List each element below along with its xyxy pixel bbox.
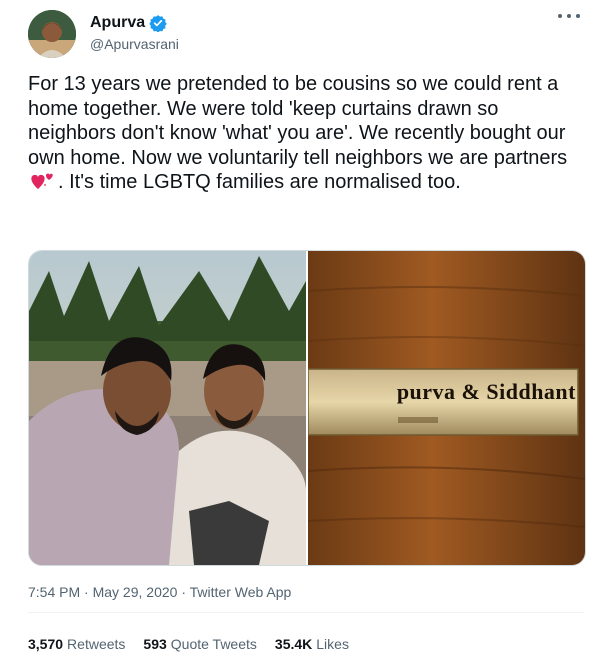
likes-label: Likes [316,636,349,652]
tweet-date[interactable]: May 29, 2020 [93,584,178,600]
verified-badge-icon [149,14,167,33]
avatar[interactable] [28,10,76,58]
tweet-text-part-2: . It's time LGBTQ families are normalise… [58,171,461,193]
retweets-label: Retweets [67,636,126,652]
meta-separator-2: · [177,584,190,600]
quote-tweets-stat[interactable]: 593 Quote Tweets [143,636,257,652]
tweet-source[interactable]: Twitter Web App [190,584,292,600]
meta-separator: · [80,584,93,600]
tweet-text-part-1: For 13 years we pretended to be cousins … [28,73,568,169]
likes-count: 35.4K [274,636,313,652]
tweet-text: For 13 years we pretended to be cousins … [28,72,588,195]
tweet-time[interactable]: 7:54 PM [28,584,80,600]
retweets-count: 3,570 [28,636,64,652]
more-options-icon[interactable] [558,14,580,24]
handle[interactable]: @Apurvasrani [90,36,179,52]
divider [28,612,584,613]
nameplate-text: purva & Siddhant [396,379,576,404]
tweet-media[interactable]: purva & Siddhant [28,250,586,566]
likes-stat[interactable]: 35.4K Likes [275,636,349,652]
quote-count: 593 [143,636,167,652]
author-name-row[interactable]: Apurva [90,14,167,33]
retweets-stat[interactable]: 3,570 Retweets [28,636,125,652]
tweet-stats: 3,570 Retweets 593 Quote Tweets 35.4K Likes [28,636,349,652]
quote-label: Quote Tweets [170,636,257,652]
display-name[interactable]: Apurva [90,14,145,32]
tweet-meta: 7:54 PM · May 29, 2020 · Twitter Web App [28,584,291,600]
tweet: Apurva @Apurvasrani For 13 years we pret… [0,0,600,656]
door-nameplate-photo[interactable]: purva & Siddhant [307,251,585,565]
heart-emoji-icon [28,171,58,191]
two-men-selfie-photo[interactable] [29,251,306,565]
